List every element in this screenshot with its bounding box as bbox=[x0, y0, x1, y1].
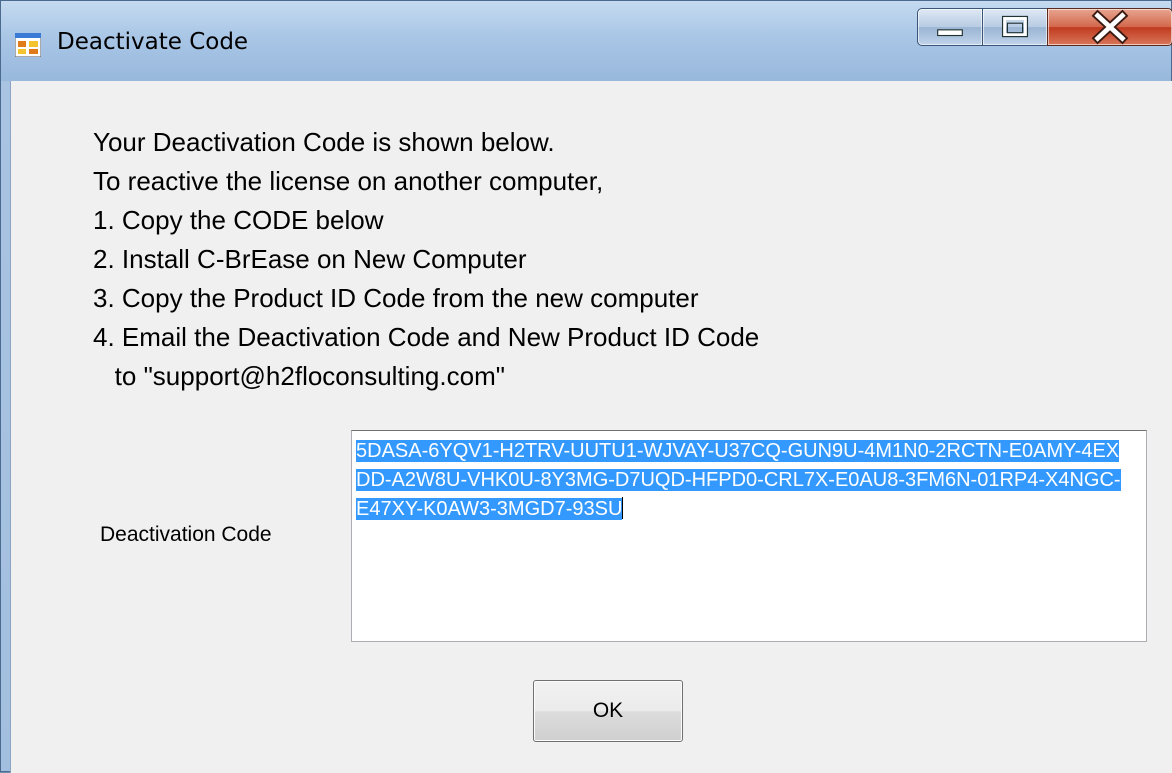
dialog-window: Deactivate Code Your Deactivation Code i… bbox=[0, 0, 1172, 773]
close-button[interactable] bbox=[1047, 8, 1172, 46]
instruction-line: 4. Email the Deactivation Code and New P… bbox=[93, 322, 760, 352]
instruction-line: 3. Copy the Product ID Code from the new… bbox=[93, 283, 699, 313]
deactivation-code-label: Deactivation Code bbox=[100, 523, 272, 546]
deactivation-code-text[interactable]: 5DASA-6YQV1-H2TRV-UUTU1-WJVAY-U37CQ-GUN9… bbox=[356, 437, 1132, 524]
app-window-icon[interactable] bbox=[14, 32, 42, 58]
text-caret bbox=[622, 497, 624, 519]
minimize-icon bbox=[937, 29, 963, 37]
instruction-line: to "support@h2floconsulting.com" bbox=[93, 361, 505, 391]
deactivation-code-field[interactable]: 5DASA-6YQV1-H2TRV-UUTU1-WJVAY-U37CQ-GUN9… bbox=[351, 430, 1147, 642]
minimize-button[interactable] bbox=[917, 8, 983, 46]
maximize-icon bbox=[1001, 15, 1029, 38]
window-title: Deactivate Code bbox=[57, 29, 249, 55]
instruction-line: Your Deactivation Code is shown below. bbox=[93, 127, 555, 157]
instruction-line: 2. Install C-BrEase on New Computer bbox=[93, 244, 527, 274]
selected-code[interactable]: 5DASA-6YQV1-H2TRV-UUTU1-WJVAY-U37CQ-GUN9… bbox=[356, 440, 1121, 520]
close-icon bbox=[1091, 9, 1129, 45]
instructions-text: Your Deactivation Code is shown below. T… bbox=[93, 123, 759, 396]
instruction-line: To reactive the license on another compu… bbox=[93, 166, 604, 196]
ok-button[interactable]: OK bbox=[533, 680, 683, 742]
title-bar[interactable]: Deactivate Code bbox=[1, 1, 1172, 81]
dialog-client-area: Your Deactivation Code is shown below. T… bbox=[10, 81, 1172, 773]
maximize-button[interactable] bbox=[982, 8, 1048, 46]
instruction-line: 1. Copy the CODE below bbox=[93, 205, 384, 235]
